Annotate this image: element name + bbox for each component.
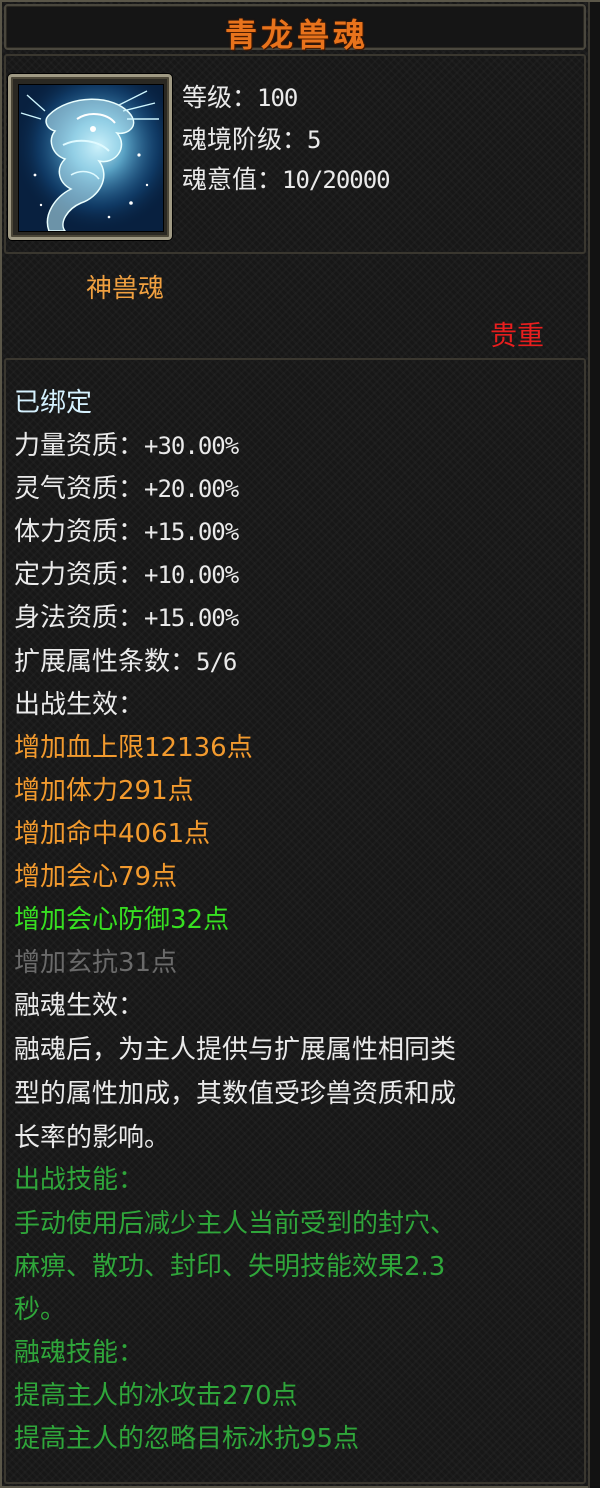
battle-effect-item: 增加会心防御32点 [14, 905, 230, 935]
aptitude-label: 体力资质： [14, 517, 145, 547]
aptitude-value: +30.00% [144, 432, 239, 460]
fusion-effect-desc-line: 型的属性加成，其数值受珍兽资质和成 [14, 1079, 457, 1109]
aptitude-label: 力量资质： [14, 431, 145, 461]
item-portrait-frame [8, 74, 172, 240]
item-rarity-label: 贵重 [490, 321, 544, 352]
aptitude-value: +10.00% [144, 561, 239, 589]
tooltip-title-bar: 青龙兽魂 [4, 4, 586, 54]
extended-attr-value: 5/6 [196, 648, 237, 676]
aptitude-label: 灵气资质： [14, 474, 145, 504]
fusion-skill-item: 提高主人的忽略目标冰抗95点 [14, 1424, 360, 1454]
aptitude-value: +20.00% [144, 475, 239, 503]
soul-will-label: 魂意值： [182, 165, 283, 194]
item-title: 青龙兽魂 [224, 16, 369, 54]
soul-will-value: 10/20000 [282, 166, 391, 194]
aptitude-focus: 定力资质：+10.00% [14, 560, 239, 590]
aptitude-value: +15.00% [144, 518, 239, 546]
item-type-label: 神兽魂 [86, 274, 165, 304]
battle-skill-desc-line: 麻痹、散功、封印、失明技能效果2.3 [14, 1252, 446, 1282]
item-tooltip-panel: 青龙兽魂 等级：100 魂境阶级：5 魂意值：10/20000 神兽魂 贵重 已… [0, 0, 600, 1488]
fusion-skill-item: 提高主人的冰攻击270点 [14, 1381, 298, 1411]
soul-realm-value: 5 [307, 126, 321, 154]
battle-effect-item: 增加体力291点 [14, 776, 194, 806]
battle-effect-item: 增加命中4061点 [14, 819, 211, 849]
level-line: 等级：100 [182, 78, 298, 114]
aptitude-label: 定力资质： [14, 560, 145, 590]
level-value: 100 [257, 84, 298, 112]
battle-skill-desc-line: 秒。 [14, 1295, 67, 1325]
aptitude-value: +15.00% [144, 604, 239, 632]
extended-attr-line: 扩展属性条数：5/6 [14, 647, 237, 677]
aptitude-agility: 身法资质：+15.00% [14, 603, 239, 633]
battle-effect-item-inactive: 增加玄抗31点 [14, 948, 178, 978]
extended-attr-label: 扩展属性条数： [14, 647, 197, 677]
azure-dragon-soul-icon [18, 84, 164, 232]
soul-realm-label: 魂境阶级： [182, 125, 308, 154]
battle-effect-header: 出战生效： [14, 690, 145, 720]
level-label: 等级： [182, 83, 258, 112]
aptitude-spirit: 灵气资质：+20.00% [14, 474, 239, 504]
tooltip-side-border [588, 2, 600, 1488]
aptitude-label: 身法资质： [14, 603, 145, 633]
soul-will-line: 魂意值：10/20000 [182, 160, 391, 196]
battle-skill-desc-line: 手动使用后减少主人当前受到的封穴、 [14, 1209, 457, 1239]
soul-realm-line: 魂境阶级：5 [182, 120, 322, 156]
battle-skill-header: 出战技能： [14, 1165, 145, 1195]
fusion-effect-desc-line: 融魂后，为主人提供与扩展属性相同类 [14, 1035, 457, 1065]
fusion-effect-desc-line: 长率的影响。 [14, 1123, 171, 1153]
bound-status: 已绑定 [14, 388, 93, 418]
battle-effect-item: 增加会心79点 [14, 862, 178, 892]
aptitude-strength: 力量资质：+30.00% [14, 431, 239, 461]
fusion-effect-header: 融魂生效： [14, 991, 145, 1021]
aptitude-stamina: 体力资质：+15.00% [14, 517, 239, 547]
fusion-skill-header: 融魂技能： [14, 1338, 145, 1368]
battle-effect-item: 增加血上限12136点 [14, 733, 253, 763]
